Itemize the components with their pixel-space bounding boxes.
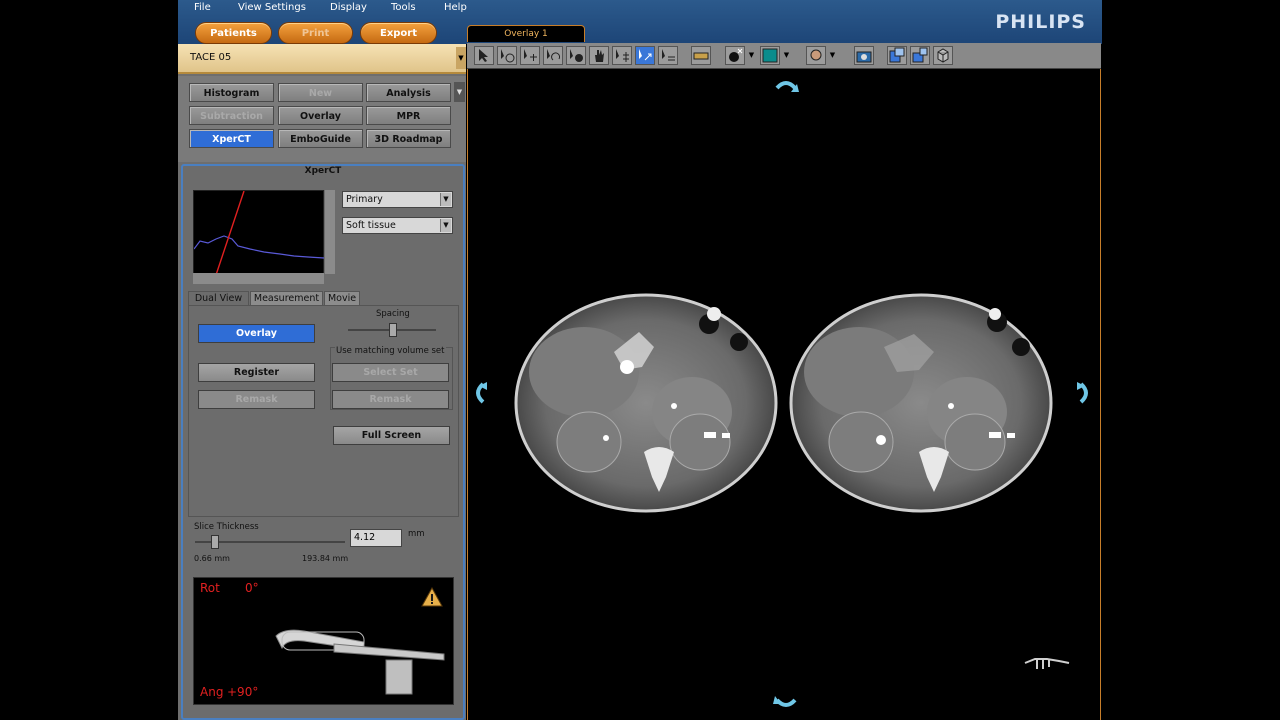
remask-button-left[interactable]: Remask — [198, 390, 315, 409]
rotate-down-arrow-icon[interactable] — [773, 692, 799, 714]
ct-slice-right — [789, 293, 1053, 513]
histogram-vertical-scrollbar[interactable] — [325, 190, 335, 274]
spacing-slider-handle[interactable] — [389, 323, 397, 337]
chevron-down-icon[interactable]: ▼ — [828, 46, 837, 65]
rotation-label: Rot — [200, 581, 220, 595]
color-swatch-icon[interactable] — [760, 46, 780, 65]
viewer-toolbar: ▼ ▼ ▼ — [467, 43, 1101, 69]
print-button[interactable]: Print — [278, 22, 353, 44]
rotate-right-arrow-icon[interactable] — [1071, 380, 1093, 406]
remask-button-right[interactable]: Remask — [332, 390, 449, 409]
angulation-label: Ang — [200, 685, 224, 699]
tab-dual-view[interactable]: Dual View — [188, 291, 249, 305]
select-set-button[interactable]: Select Set — [332, 363, 449, 382]
chevron-down-icon[interactable]: ▼ — [456, 47, 466, 69]
contrast-mode-icon[interactable] — [725, 46, 745, 65]
zoom-tool-icon[interactable] — [497, 46, 517, 65]
preset-select-value: Soft tissue — [346, 220, 396, 231]
mpr-button[interactable]: MPR — [366, 106, 451, 125]
application-window: File View Settings Display Tools Help PH… — [178, 0, 1102, 720]
c-arm-model — [275, 629, 445, 695]
menu-tools[interactable]: Tools — [391, 1, 416, 15]
overlay-toggle-button[interactable]: Overlay — [198, 324, 315, 343]
philips-logo: PHILIPS — [995, 11, 1086, 33]
cube-icon[interactable] — [933, 46, 953, 65]
chevron-down-icon[interactable]: ▼ — [454, 82, 465, 102]
layout-2-icon[interactable] — [910, 46, 930, 65]
slab-tool-icon[interactable] — [635, 46, 655, 65]
export-button[interactable]: Export — [360, 22, 437, 44]
rotate-up-arrow-icon[interactable] — [773, 76, 799, 98]
ct-slice-left — [514, 293, 778, 513]
slice-max-label: 193.84 mm — [302, 554, 349, 563]
matching-volume-label: Use matching volume set — [335, 346, 446, 356]
ruler-tool-icon[interactable] — [691, 46, 711, 65]
angulation-value: +90° — [227, 685, 259, 699]
menu-display[interactable]: Display — [330, 1, 367, 15]
gantry-geometry-view: Rot 0° Ang +90° — [193, 577, 454, 705]
slice-thickness-handle[interactable] — [211, 535, 219, 549]
register-button[interactable]: Register — [198, 363, 315, 382]
study-selector[interactable]: TACE 05 ▼ — [178, 44, 466, 74]
spacing-label: Spacing — [376, 309, 410, 319]
histogram-plot[interactable] — [193, 190, 325, 276]
volume-select[interactable]: Primary ▼ — [342, 191, 453, 208]
menu-view-settings[interactable]: View Settings — [238, 1, 306, 15]
menu-help[interactable]: Help — [444, 1, 467, 15]
volume-render-icon[interactable] — [806, 46, 826, 65]
xperct-button[interactable]: XperCT — [189, 129, 274, 148]
3d-roadmap-button[interactable]: 3D Roadmap — [366, 129, 451, 148]
volume-select-value: Primary — [346, 194, 383, 205]
chevron-down-icon[interactable]: ▼ — [747, 46, 756, 65]
xperct-panel: XperCT Primary ▼ Soft tissue ▼ Dual View… — [181, 164, 465, 720]
orientation-figure-icon — [1024, 658, 1070, 669]
slice-thickness-label: Slice Thickness — [194, 522, 259, 532]
slice-min-label: 0.66 mm — [194, 554, 230, 563]
top-button-strip: Patients Print Export — [178, 22, 468, 44]
menu-file[interactable]: File — [194, 1, 211, 15]
contrast-tool-icon[interactable] — [566, 46, 586, 65]
rotate-left-arrow-icon[interactable] — [471, 380, 493, 406]
tab-measurement[interactable]: Measurement — [250, 291, 323, 305]
image-viewport[interactable] — [467, 69, 1101, 720]
new-button[interactable]: New — [278, 83, 363, 102]
chevron-down-icon[interactable]: ▼ — [782, 46, 791, 65]
tab-overlay-1[interactable]: Overlay 1 — [467, 25, 585, 42]
subtraction-button[interactable]: Subtraction — [189, 106, 274, 125]
hand-tool-icon[interactable] — [589, 46, 609, 65]
rotate-tool-icon[interactable] — [543, 46, 563, 65]
chevron-down-icon: ▼ — [440, 193, 451, 206]
left-panel: TACE 05 ▼ Histogram New Analysis Subtrac… — [178, 44, 466, 720]
histogram-curve — [193, 190, 325, 276]
layout-1-icon[interactable] — [887, 46, 907, 65]
select-tool-icon[interactable] — [474, 46, 494, 65]
scroll-tool-icon[interactable] — [612, 46, 632, 65]
pan-tool-icon[interactable] — [520, 46, 540, 65]
study-name: TACE 05 — [190, 52, 232, 63]
full-screen-button[interactable]: Full Screen — [333, 426, 450, 445]
measure-tool-icon[interactable] — [658, 46, 678, 65]
slice-thickness-unit: mm — [408, 529, 425, 539]
slice-thickness-input[interactable]: 4.12 — [350, 529, 402, 547]
panel-title: XperCT — [304, 166, 342, 176]
camera-icon[interactable] — [854, 46, 874, 65]
preset-select[interactable]: Soft tissue ▼ — [342, 217, 453, 234]
analysis-button[interactable]: Analysis — [366, 83, 451, 102]
patients-button[interactable]: Patients — [195, 22, 272, 44]
histogram-button[interactable]: Histogram — [189, 83, 274, 102]
emboguide-button[interactable]: EmboGuide — [278, 129, 363, 148]
rotation-value: 0° — [245, 581, 259, 595]
histogram-horizontal-scrollbar[interactable] — [193, 273, 324, 284]
application-buttons: Histogram New Analysis Subtraction Overl… — [178, 76, 466, 162]
overlay-app-button[interactable]: Overlay — [278, 106, 363, 125]
chevron-down-icon: ▼ — [440, 219, 451, 232]
warning-icon — [421, 587, 443, 607]
tab-movie[interactable]: Movie — [324, 291, 360, 305]
